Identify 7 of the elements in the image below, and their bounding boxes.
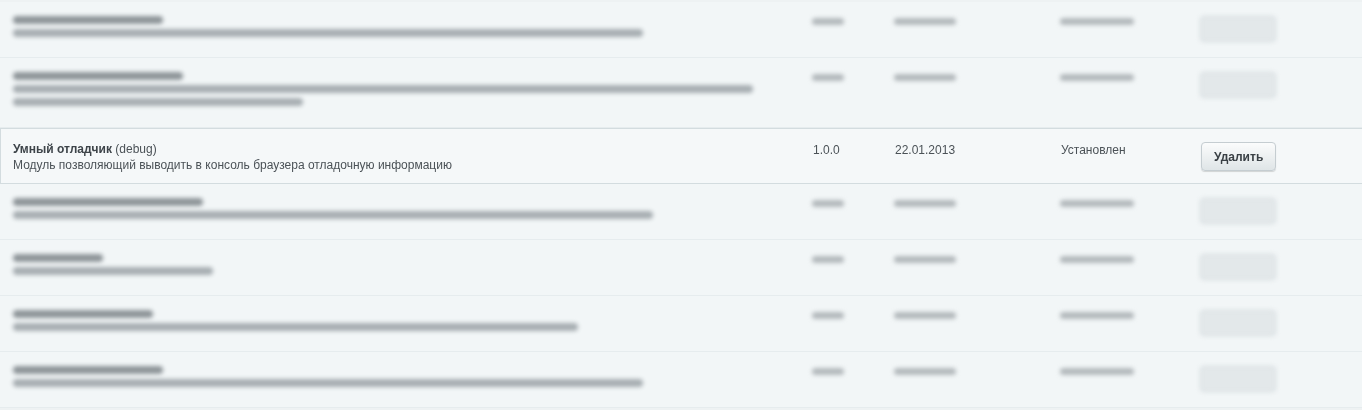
module-version: 1.0.0 <box>813 143 840 157</box>
module-code: (debug) <box>115 142 157 156</box>
module-date: 22.01.2013 <box>895 143 956 157</box>
module-description: Модуль позволяющий выводить в консоль браузера отладочную информацию <box>13 157 453 173</box>
delete-button[interactable]: Удалить <box>1201 142 1277 171</box>
module-name: Умный отладчик <box>13 142 112 156</box>
module-status: Установлен <box>1061 143 1126 157</box>
